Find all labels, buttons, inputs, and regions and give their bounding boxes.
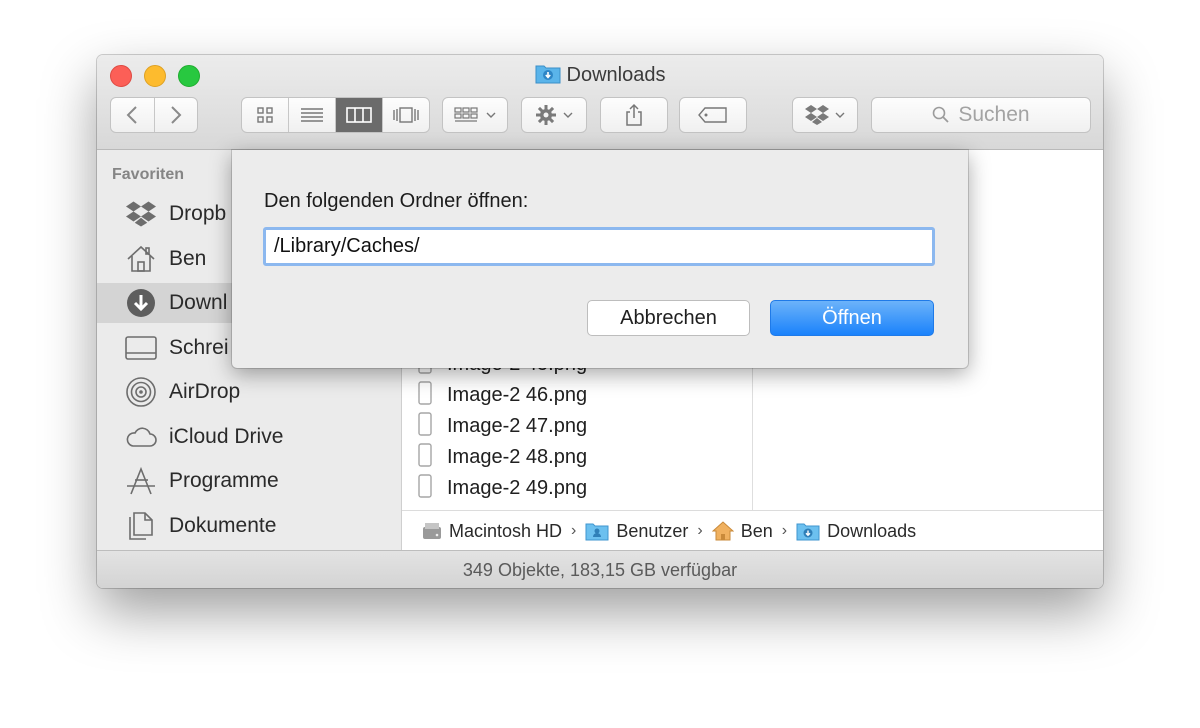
view-mode-control: [241, 97, 430, 133]
go-to-folder-dialog: Den folgenden Ordner öffnen: Abbrechen Ö…: [232, 150, 968, 368]
cover-flow-button[interactable]: [383, 98, 429, 132]
sidebar-item-label: iCloud Drive: [169, 425, 284, 448]
sidebar-item-label: Schrei: [169, 336, 229, 359]
folder-downloads-icon: [796, 521, 820, 541]
path-item-benutzer[interactable]: Benutzer: [585, 521, 688, 542]
list-item[interactable]: Image-2 46.png: [402, 380, 752, 411]
share-button[interactable]: [600, 97, 668, 133]
path-item-downloads[interactable]: Downloads: [796, 521, 916, 542]
gear-icon: [535, 104, 557, 126]
sidebar-item-label: Dokumente: [169, 514, 277, 537]
home-icon: [125, 243, 157, 275]
forward-button[interactable]: [155, 98, 198, 132]
open-button[interactable]: Öffnen: [770, 300, 934, 336]
tag-button[interactable]: [679, 97, 747, 133]
path-label: Ben: [740, 520, 773, 541]
cancel-button[interactable]: Abbrechen: [587, 300, 750, 336]
download-icon: [125, 287, 157, 319]
sidebar-item-label: Dropb: [169, 202, 227, 225]
cloud-icon: [125, 421, 157, 453]
dropbox-icon: [805, 104, 829, 126]
downloads-folder-icon: [535, 62, 561, 90]
nav-buttons: [110, 97, 198, 133]
chevron-down-icon: [835, 111, 845, 119]
path-item-ben[interactable]: Ben: [711, 520, 773, 542]
folder-path-input[interactable]: [263, 227, 935, 266]
sidebar-item-applications[interactable]: Programme: [97, 461, 401, 501]
tag-icon: [697, 106, 729, 124]
search-icon: [932, 106, 950, 124]
back-button[interactable]: [111, 98, 155, 132]
sidebar-item-label: AirDrop: [169, 380, 241, 403]
image-file-icon: [417, 473, 433, 504]
status-bar: 349 Objekte, 183,15 GB verfügbar: [97, 550, 1103, 588]
list-item[interactable]: Image-2 49.png: [402, 473, 752, 504]
list-item[interactable]: Image-2 47.png: [402, 411, 752, 442]
sidebar-item-label: Downl: [169, 291, 228, 314]
file-name: Image-2 49.png: [447, 477, 588, 499]
path-label: Benutzer: [616, 520, 689, 541]
airdrop-icon: [125, 376, 157, 408]
file-name: Image-2 46.png: [447, 384, 588, 406]
sidebar-section-favorites: Favoriten: [112, 166, 185, 183]
image-file-icon: [417, 442, 433, 473]
share-icon: [624, 103, 644, 127]
group-icon: [454, 106, 480, 124]
search-field[interactable]: Suchen: [871, 97, 1091, 133]
column-view-button[interactable]: [336, 98, 383, 132]
cover-flow-icon: [391, 106, 421, 124]
sidebar-item-icloud[interactable]: iCloud Drive: [97, 417, 401, 457]
action-button[interactable]: [521, 97, 587, 133]
list-view-icon: [300, 106, 324, 124]
desktop-icon: [125, 332, 157, 364]
column-view-icon: [346, 106, 372, 124]
back-icon: [125, 105, 139, 125]
icon-view-button[interactable]: [242, 98, 289, 132]
path-label: Downloads: [827, 520, 917, 541]
path-bar: Macintosh HD › Benutzer › Ben › Download…: [402, 510, 1103, 551]
image-file-icon: [417, 380, 433, 411]
dropbox-button[interactable]: [792, 97, 858, 133]
chevron-down-icon: [563, 111, 573, 119]
path-item-macintosh-hd[interactable]: Macintosh HD: [422, 521, 562, 542]
hard-drive-icon: [422, 521, 442, 541]
path-separator: ›: [571, 522, 577, 539]
home-icon: [711, 521, 734, 541]
sidebar-item-label: Programme: [169, 469, 279, 492]
list-view-button[interactable]: [289, 98, 336, 132]
file-name: Image-2 48.png: [447, 446, 588, 468]
path-separator: ›: [781, 522, 788, 539]
status-text: 349 Objekte, 183,15 GB verfügbar: [462, 559, 738, 580]
search-placeholder: Suchen: [958, 103, 1030, 126]
window-title: Downloads: [566, 64, 666, 86]
file-name: Image-2 47.png: [447, 415, 588, 437]
dialog-label: Den folgenden Ordner öffnen:: [264, 190, 529, 212]
group-button[interactable]: [442, 97, 508, 133]
list-item[interactable]: Image-2 48.png: [402, 442, 752, 473]
sidebar-item-label: Ben: [169, 247, 207, 270]
documents-icon: [125, 510, 157, 542]
folder-users-icon: [585, 521, 609, 541]
applications-icon: [125, 465, 157, 497]
titlebar: Downloads Suchen: [97, 55, 1103, 150]
sidebar-item-airdrop[interactable]: AirDrop: [97, 372, 401, 412]
path-separator: ›: [697, 522, 703, 539]
image-file-icon: [417, 411, 433, 442]
window-title-area: Downloads: [97, 62, 1103, 90]
icon-view-icon: [256, 106, 274, 124]
forward-icon: [169, 105, 183, 125]
dropbox-icon: [125, 198, 157, 230]
sidebar-item-documents[interactable]: Dokumente: [97, 506, 401, 546]
chevron-down-icon: [486, 111, 496, 119]
path-label: Macintosh HD: [449, 520, 563, 541]
